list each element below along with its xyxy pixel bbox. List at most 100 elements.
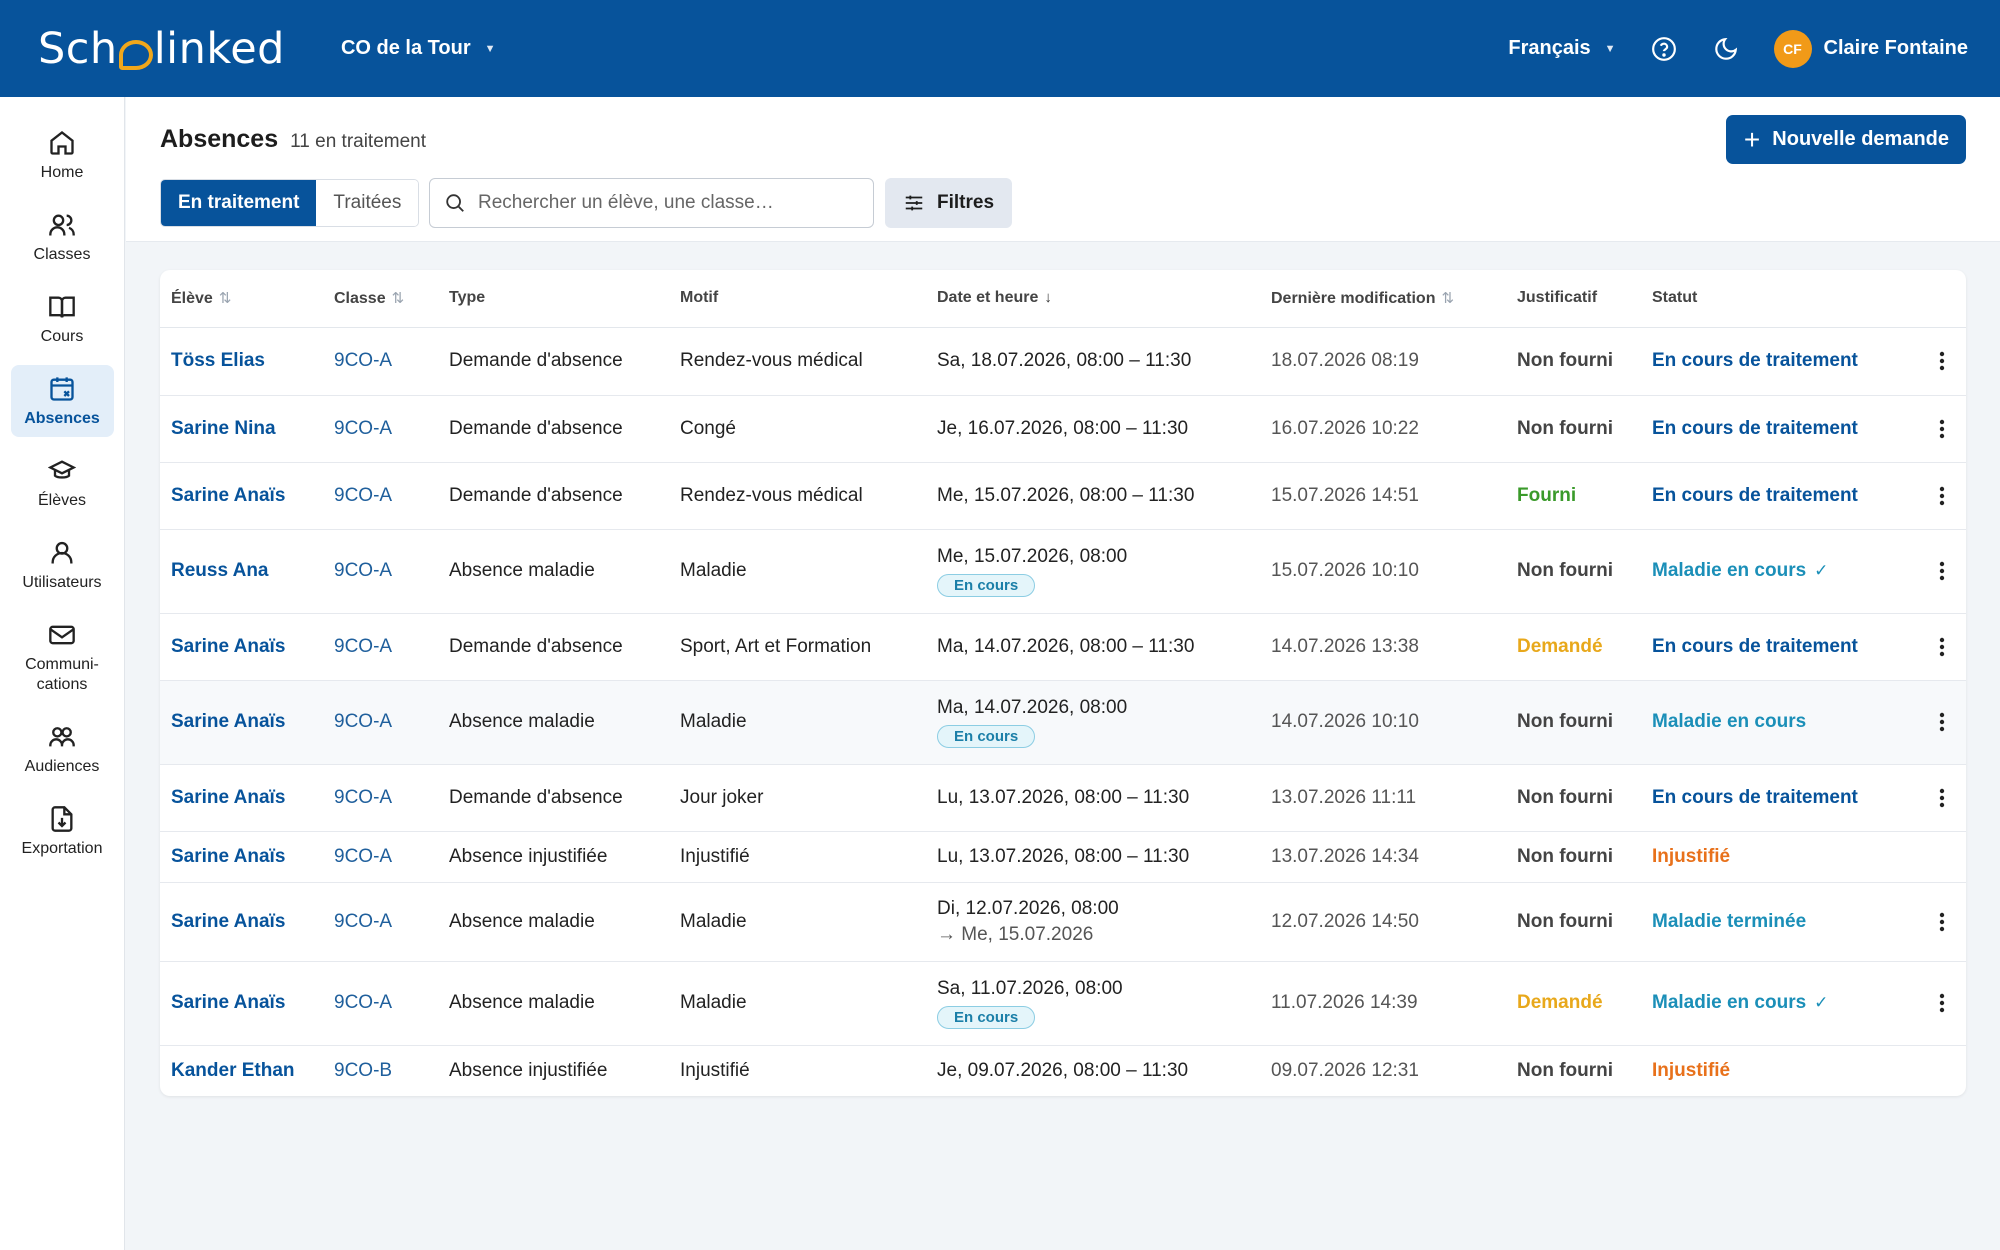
cell-eleve[interactable]: Sarine Anaïs [160,613,323,681]
cell-classe[interactable]: 9CO-A [323,961,438,1046]
row-menu-button[interactable] [1928,482,1956,510]
sidebar-item-classes[interactable]: Classes [11,201,114,273]
tab-en-traitement[interactable]: En traitement [161,180,317,226]
cell-statut: En cours de traitement [1641,764,1909,832]
column-header-modification[interactable]: Dernière modification ⇅ [1260,270,1506,328]
table-row[interactable]: Sarine Anaïs 9CO-A Demande d'absence Rendez… [160,462,1966,530]
export-icon [46,803,78,835]
cell-classe[interactable]: 9CO-A [323,529,438,614]
sort-icon: ⇅ [1441,289,1455,307]
school-selector[interactable]: CO de la Tour ▼ [341,37,496,60]
cell-actions [1909,882,1966,962]
sidebar-item-utilisateurs[interactable]: Utilisateurs [11,529,114,601]
cell-statut: Maladie en cours ✓ [1641,961,1909,1046]
column-header-date[interactable]: Date et heure ↓ [926,270,1260,328]
sidebar-item-absences[interactable]: Absences [10,365,114,437]
row-menu-button[interactable] [1928,989,1956,1017]
column-label: Date et heure [937,289,1039,307]
cell-actions [1909,462,1966,530]
cell-classe[interactable]: 9CO-A [323,462,438,530]
cell-eleve[interactable]: Sarine Anaïs [160,831,323,883]
table-row[interactable]: Sarine Nina 9CO-A Demande d'absence Congé Je… [160,395,1966,463]
sidebar-item-eleves[interactable]: Élèves [11,447,114,519]
cell-statut: Injustifié [1641,831,1909,883]
row-menu-button[interactable] [1928,784,1956,812]
date-value: Sa, 11.07.2026, 08:00 [937,977,1123,999]
cell-classe[interactable]: 9CO-A [323,680,438,765]
cell-eleve[interactable]: Sarine Anaïs [160,462,323,530]
sidebar-item-home[interactable]: Home [11,119,114,191]
column-header-statut: Statut [1641,270,1909,328]
more-vertical-icon [1939,788,1945,807]
column-label: Dernière modification [1271,289,1436,307]
cell-date: Ma, 14.07.2026, 08:00 – 11:30 [926,613,1260,681]
table-row[interactable]: Kander Ethan 9CO-B Absence injustifiée Inju… [160,1045,1966,1096]
table-row[interactable]: Sarine Anaïs 9CO-A Absence injustifiée Inju… [160,831,1966,883]
cell-eleve[interactable]: Sarine Anaïs [160,764,323,832]
cell-classe[interactable]: 9CO-B [323,1045,438,1096]
table-row[interactable]: Sarine Anaïs 9CO-A Demande d'absence Sport,… [160,613,1966,681]
user-name[interactable]: Claire Fontaine [1824,37,1968,60]
cell-modification: 12.07.2026 14:50 [1260,882,1506,962]
cell-motif: Jour joker [669,764,926,832]
cell-eleve[interactable]: Sarine Nina [160,395,323,463]
cell-eleve[interactable]: Reuss Ana [160,529,323,614]
sidebar-item-audiences[interactable]: Audiences [11,713,114,785]
cell-classe[interactable]: 9CO-A [323,882,438,962]
cell-classe[interactable]: 9CO-A [323,613,438,681]
table-row[interactable]: Reuss Ana 9CO-A Absence maladie Maladie Me, … [160,529,1966,614]
cell-classe[interactable]: 9CO-A [323,395,438,463]
table-row[interactable]: Töss Elias 9CO-A Demande d'absence Rendez-v… [160,327,1966,396]
row-menu-button[interactable] [1928,708,1956,736]
cell-statut: Maladie en cours ✓ [1641,529,1909,614]
page-count: 11 en traitement [290,131,427,152]
cell-classe[interactable]: 9CO-A [323,327,438,396]
cell-classe[interactable]: 9CO-A [323,764,438,832]
help-icon[interactable] [1650,35,1678,63]
status-badge: En cours [937,573,1036,597]
schoolinked-logo[interactable]: Sch linked [38,24,285,74]
cell-eleve[interactable]: Kander Ethan [160,1045,323,1096]
sidebar-item-cours[interactable]: Cours [11,283,114,355]
cell-modification: 15.07.2026 14:51 [1260,462,1506,530]
graduation-cap-icon [46,455,78,487]
table-row[interactable]: Sarine Anaïs 9CO-A Demande d'absence Jour j… [160,764,1966,832]
filters-button[interactable]: Filtres [885,178,1013,228]
table-row[interactable]: Sarine Anaïs 9CO-A Absence maladie Maladie M… [160,680,1966,765]
cell-modification: 13.07.2026 14:34 [1260,831,1506,883]
absences-table-card: Élève ⇅ Classe ⇅ Type Motif Date et heure ↓… [160,270,1966,1096]
table-row[interactable]: Sarine Anaïs 9CO-A Absence maladie Maladie D… [160,882,1966,962]
row-menu-button[interactable] [1928,557,1956,585]
language-selector[interactable]: Français ▼ [1508,37,1615,60]
date-value: Me, 15.07.2026, 08:00 – 11:30 [937,484,1195,506]
tab-traitees[interactable]: Traitées [316,180,419,226]
date-value: Lu, 13.07.2026, 08:00 – 11:30 [937,845,1190,867]
more-vertical-icon [1939,486,1945,505]
search-box [429,178,874,228]
moon-icon[interactable] [1712,35,1740,63]
column-header-classe[interactable]: Classe ⇅ [323,270,438,328]
cell-eleve[interactable]: Sarine Anaïs [160,680,323,765]
cell-justificatif: Non fourni [1506,529,1641,614]
sidebar-item-label: Cours [40,328,84,345]
row-menu-button[interactable] [1928,908,1956,936]
search-input[interactable] [478,192,858,214]
cell-modification: 14.07.2026 13:38 [1260,613,1506,681]
cell-classe[interactable]: 9CO-A [323,831,438,883]
table-row[interactable]: Sarine Anaïs 9CO-A Absence maladie Maladie S… [160,961,1966,1046]
cell-eleve[interactable]: Töss Elias [160,327,323,396]
row-menu-button[interactable] [1928,415,1956,443]
cell-justificatif: Non fourni [1517,1059,1614,1081]
avatar[interactable]: CF [1773,29,1812,68]
row-menu-button[interactable] [1928,347,1956,375]
caret-down-icon: ▼ [484,42,496,55]
row-menu-button[interactable] [1928,633,1956,661]
sidebar-item-exportation[interactable]: Exportation [11,795,114,867]
column-header-justificatif: Justificatif [1506,270,1641,328]
column-header-eleve[interactable]: Élève ⇅ [160,270,323,328]
sidebar-item-communications[interactable]: Communi- cations [11,611,114,703]
cell-eleve[interactable]: Sarine Anaïs [160,961,323,1046]
new-request-button[interactable]: + Nouvelle demande [1725,115,1966,164]
sort-icon: ⇅ [391,289,405,307]
cell-eleve[interactable]: Sarine Anaïs [160,882,323,962]
